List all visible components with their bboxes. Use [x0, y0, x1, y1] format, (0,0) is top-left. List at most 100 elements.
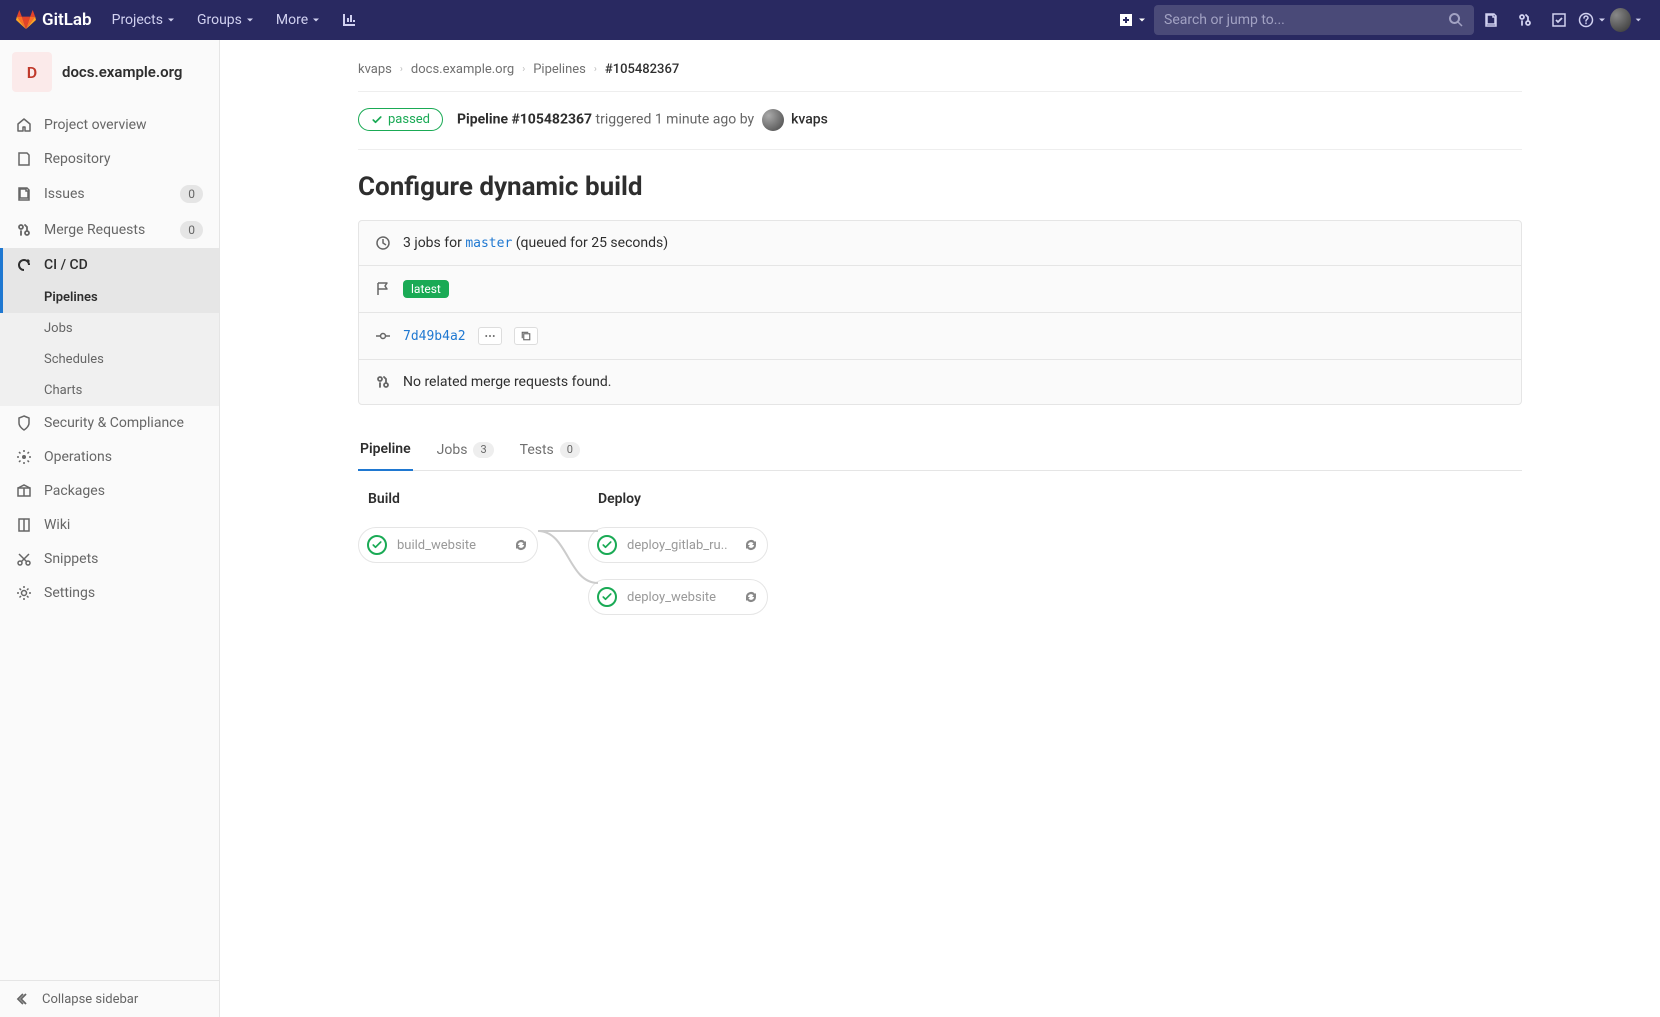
breadcrumb-sep: › [522, 64, 525, 75]
pipeline-prefix: Pipeline [457, 111, 511, 127]
breadcrumb-repo[interactable]: docs.example.org [411, 62, 514, 77]
todos-shortcut[interactable] [1542, 0, 1576, 40]
sidebar-item-settings[interactable]: Settings [0, 576, 219, 610]
tab-tests[interactable]: Tests 0 [518, 429, 582, 470]
topbar: GitLab Projects Groups More [0, 0, 1660, 40]
sidebar-item-label: Operations [44, 449, 203, 465]
copy-icon [520, 330, 532, 342]
sidebar-item-overview[interactable]: Project overview [0, 108, 219, 142]
nav-groups-label: Groups [197, 12, 242, 28]
sidebar-item-wiki[interactable]: Wiki [0, 508, 219, 542]
sidebar-item-repository[interactable]: Repository [0, 142, 219, 176]
collapse-icon [16, 991, 32, 1007]
home-icon [16, 117, 32, 133]
breadcrumb-owner[interactable]: kvaps [358, 62, 392, 77]
queued-text: (queued for 25 seconds) [512, 235, 668, 251]
breadcrumb-pipelines[interactable]: Pipelines [533, 62, 586, 77]
pipeline-info-well: 3 jobs for master (queued for 25 seconds… [358, 220, 1522, 405]
flag-icon [375, 281, 391, 297]
sidebar-item-packages[interactable]: Packages [0, 474, 219, 508]
stage-deploy: Deploy deploy_gitlab_ru.. deploy_website [588, 491, 768, 615]
sidebar-item-snippets[interactable]: Snippets [0, 542, 219, 576]
job-build-website[interactable]: build_website [358, 527, 538, 563]
sidebar-item-label: Issues [44, 186, 168, 202]
wiki-icon [16, 517, 32, 533]
check-icon [371, 539, 383, 551]
latest-badge: latest [403, 280, 449, 298]
pipeline-tabs: Pipeline Jobs 3 Tests 0 [358, 429, 1522, 471]
issues-shortcut[interactable] [1474, 0, 1508, 40]
branch-link[interactable]: master [465, 236, 512, 251]
job-deploy-website[interactable]: deploy_website [588, 579, 768, 615]
check-icon [601, 539, 613, 551]
job-name: deploy_gitlab_ru.. [627, 538, 733, 553]
well-row-jobs: 3 jobs for master (queued for 25 seconds… [359, 221, 1521, 266]
job-status-passed-icon [367, 535, 387, 555]
activity-icon[interactable] [332, 0, 366, 40]
sidebar-sub-charts[interactable]: Charts [0, 375, 219, 406]
nav-more[interactable]: More [266, 0, 332, 40]
collapse-sidebar-button[interactable]: Collapse sidebar [0, 980, 219, 1017]
triggerer-link[interactable]: kvaps [791, 111, 828, 127]
sidebar: D docs.example.org Project overview Repo… [0, 40, 220, 1017]
nav-groups[interactable]: Groups [187, 0, 266, 40]
stage-name: Build [358, 491, 538, 507]
help-dropdown[interactable] [1576, 0, 1610, 40]
tab-jobs[interactable]: Jobs 3 [435, 429, 496, 470]
commit-more-button[interactable] [478, 327, 502, 345]
sidebar-item-operations[interactable]: Operations [0, 440, 219, 474]
status-text: passed [388, 112, 430, 127]
sidebar-item-issues[interactable]: Issues 0 [0, 176, 219, 212]
sidebar-item-label: CI / CD [44, 257, 203, 273]
chevron-down-icon [1633, 14, 1644, 26]
merge-requests-shortcut[interactable] [1508, 0, 1542, 40]
job-name: build_website [397, 538, 503, 553]
new-dropdown[interactable] [1118, 12, 1148, 28]
retry-icon[interactable] [743, 537, 759, 553]
stage-build: Build build_website [358, 491, 538, 615]
tab-label: Tests [520, 442, 554, 458]
copy-sha-button[interactable] [514, 327, 538, 345]
gitlab-logo[interactable]: GitLab [16, 10, 92, 30]
cicd-icon [16, 257, 32, 273]
sidebar-item-label: Security & Compliance [44, 415, 203, 431]
sidebar-item-merge-requests[interactable]: Merge Requests 0 [0, 212, 219, 248]
merge-request-icon [16, 222, 32, 238]
sidebar-item-label: Settings [44, 585, 203, 601]
stage-name: Deploy [588, 491, 768, 507]
sidebar-item-label: Packages [44, 483, 203, 499]
commit-sha-link[interactable]: 7d49b4a2 [403, 329, 466, 344]
project-name: docs.example.org [62, 63, 182, 81]
check-icon [371, 114, 383, 126]
project-header[interactable]: D docs.example.org [0, 40, 219, 104]
chevron-down-icon [1596, 14, 1608, 26]
sidebar-sub-jobs[interactable]: Jobs [0, 313, 219, 344]
pipeline-graph: Build build_website Deploy deploy_gitlab… [358, 471, 1522, 655]
nav-projects[interactable]: Projects [102, 0, 187, 40]
issues-count-badge: 0 [180, 185, 203, 203]
search-icon [1448, 12, 1464, 28]
jobs-count: 3 [473, 442, 493, 458]
chevron-down-icon [244, 14, 256, 26]
status-badge: passed [358, 108, 443, 131]
nav-more-label: More [276, 12, 308, 28]
job-status-passed-icon [597, 535, 617, 555]
sidebar-item-label: Merge Requests [44, 222, 168, 238]
search-input[interactable] [1164, 12, 1448, 28]
sidebar-item-label: Project overview [44, 117, 203, 133]
job-deploy-gitlab-ru[interactable]: deploy_gitlab_ru.. [588, 527, 768, 563]
app-name: GitLab [42, 10, 92, 30]
sidebar-item-security[interactable]: Security & Compliance [0, 406, 219, 440]
tab-pipeline[interactable]: Pipeline [358, 429, 413, 471]
sidebar-sub-schedules[interactable]: Schedules [0, 344, 219, 375]
user-menu[interactable] [1610, 0, 1644, 40]
job-status-passed-icon [597, 587, 617, 607]
retry-icon[interactable] [513, 537, 529, 553]
sidebar-cicd-submenu: Pipelines Jobs Schedules Charts [0, 282, 219, 406]
sidebar-item-label: Snippets [44, 551, 203, 567]
clock-icon [375, 235, 391, 251]
sidebar-sub-pipelines[interactable]: Pipelines [0, 282, 219, 313]
search-box[interactable] [1154, 5, 1474, 35]
retry-icon[interactable] [743, 589, 759, 605]
sidebar-item-cicd[interactable]: CI / CD [0, 248, 219, 282]
